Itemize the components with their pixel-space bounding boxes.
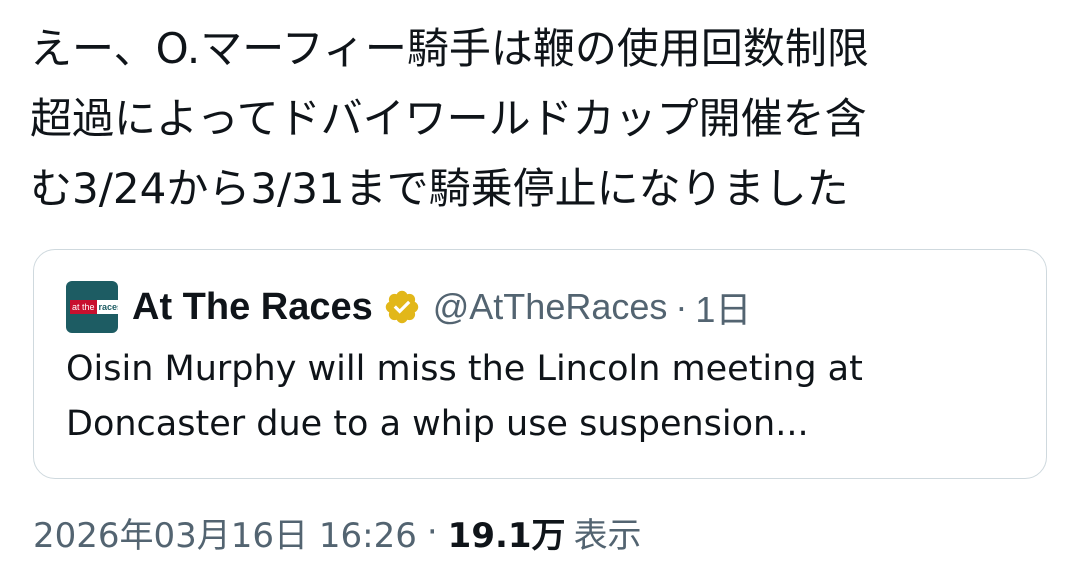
timestamp[interactable]: 2026年03月16日 16:26 [33,508,417,557]
quoted-tweet-text-line: Oisin Murphy will miss the Lincoln meeti… [66,349,863,389]
views-count: 19.1万 [447,515,566,556]
quoted-tweet-header: at the races At The Races @AtTheRaces · … [66,280,751,334]
logo-text-part2: races [96,300,118,314]
tweet-text-line: 超過によってドバイワールドカップ開催を含 [30,94,867,143]
quoted-tweet-card[interactable]: at the races At The Races @AtTheRaces · … [33,249,1047,479]
logo-text-part1: at the [70,300,97,314]
verified-badge-icon[interactable] [383,288,421,326]
tweet-meta: 2026年03月16日 16:26 · 19.1万 表示 [33,504,642,560]
display-name[interactable]: At The Races [132,286,373,329]
separator-dot: · [675,286,688,327]
views-label: 表示 [573,515,642,556]
quoted-tweet-text: Oisin Murphy will miss the Lincoln meeti… [66,342,1026,452]
at-the-races-logo: at the races [70,300,118,314]
separator-dot: · [426,512,438,552]
quoted-tweet-text-line: Doncaster due to a whip use suspension..… [66,404,809,444]
tweet-text: えー、O.マーフィー騎手は鞭の使用回数制限 超過によってドバイワールドカップ開催… [30,14,1050,224]
handle[interactable]: @AtTheRaces [433,286,668,328]
relative-time[interactable]: 1日 [695,281,751,333]
avatar[interactable]: at the races [66,281,118,333]
tweet-text-line: えー、O.マーフィー騎手は鞭の使用回数制限 [30,24,869,73]
tweet-text-line: む3/24から3/31まで騎乗停止になりました [30,164,849,213]
